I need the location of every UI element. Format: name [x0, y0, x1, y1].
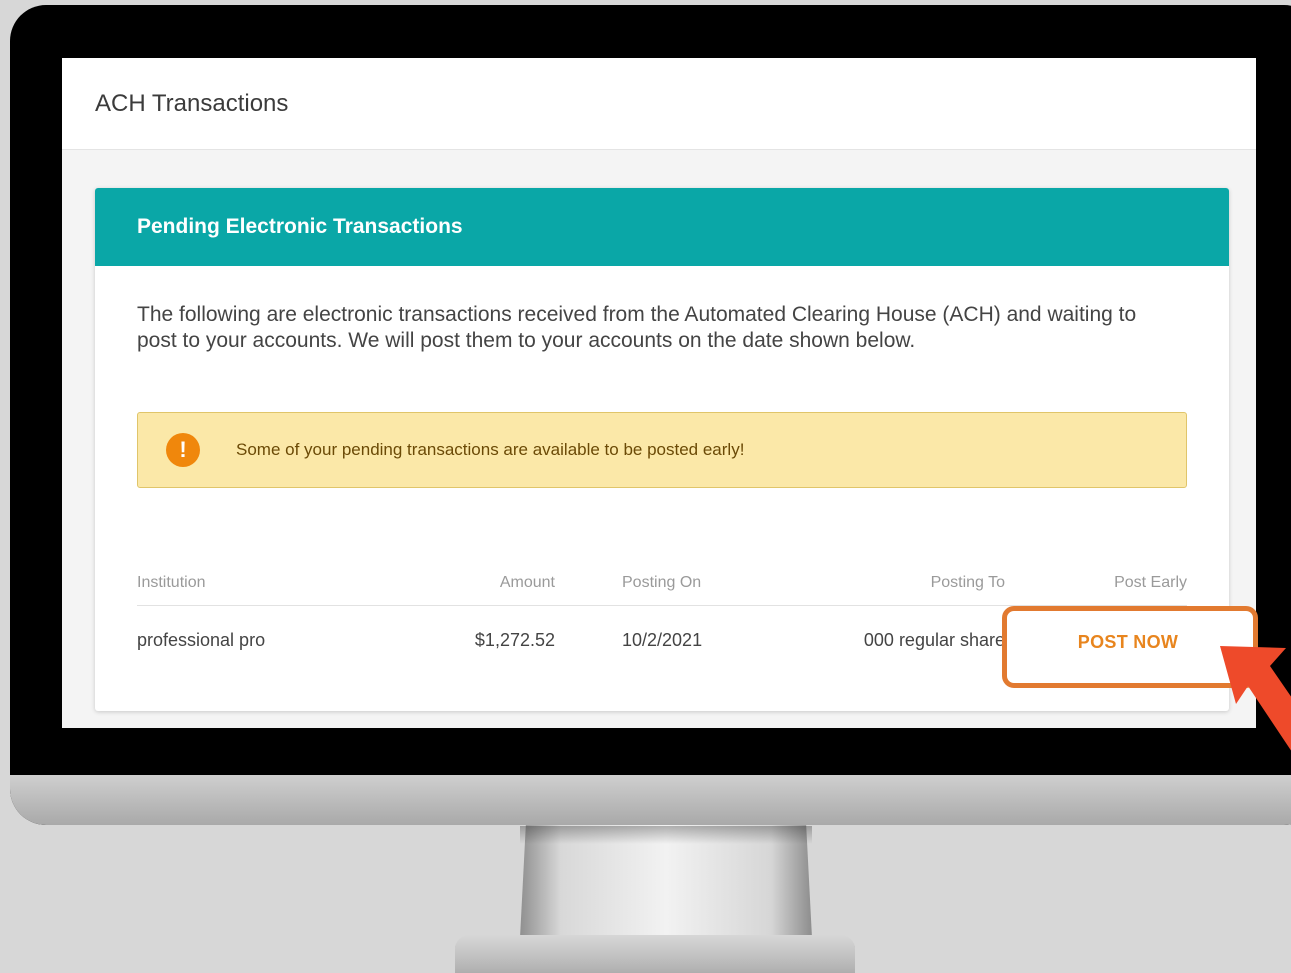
early-post-alert: ! Some of your pending transactions are … — [137, 412, 1187, 488]
column-header-institution: Institution — [137, 573, 206, 591]
monitor-base — [455, 935, 855, 973]
page-header: ACH Transactions — [62, 58, 1256, 150]
annotation-arrow-icon — [1220, 646, 1291, 751]
post-now-wrapper: POST NOW — [1048, 620, 1208, 664]
monitor-stand-shadow — [520, 826, 812, 844]
column-header-posting-on: Posting On — [622, 573, 702, 591]
exclamation-icon: ! — [166, 433, 200, 467]
posting-to-text: 000 regular share — [863, 629, 1005, 650]
card-description: The following are electronic transaction… — [137, 303, 1137, 352]
column-header-posting-to: Posting To — [930, 573, 1005, 591]
table-header-row: Institution Amount Posting On Posting To… — [137, 560, 1187, 606]
card-title: Pending Electronic Transactions — [137, 215, 463, 238]
page-title: ACH Transactions — [95, 89, 289, 117]
column-header-post-early: Post Early — [1114, 573, 1187, 591]
cell-posting-to: 000 regular share — [864, 606, 1005, 674]
alert-text: Some of your pending transactions are av… — [236, 440, 745, 459]
card-header: Pending Electronic Transactions — [95, 188, 1229, 266]
column-header-amount: Amount — [499, 573, 555, 591]
post-now-button[interactable]: POST NOW — [1078, 632, 1178, 653]
cell-institution: professional pro — [137, 629, 266, 650]
cell-posting-on: 10/2/2021 — [622, 629, 703, 650]
monitor-chin — [10, 775, 1291, 825]
cell-amount: $1,272.52 — [474, 629, 555, 650]
